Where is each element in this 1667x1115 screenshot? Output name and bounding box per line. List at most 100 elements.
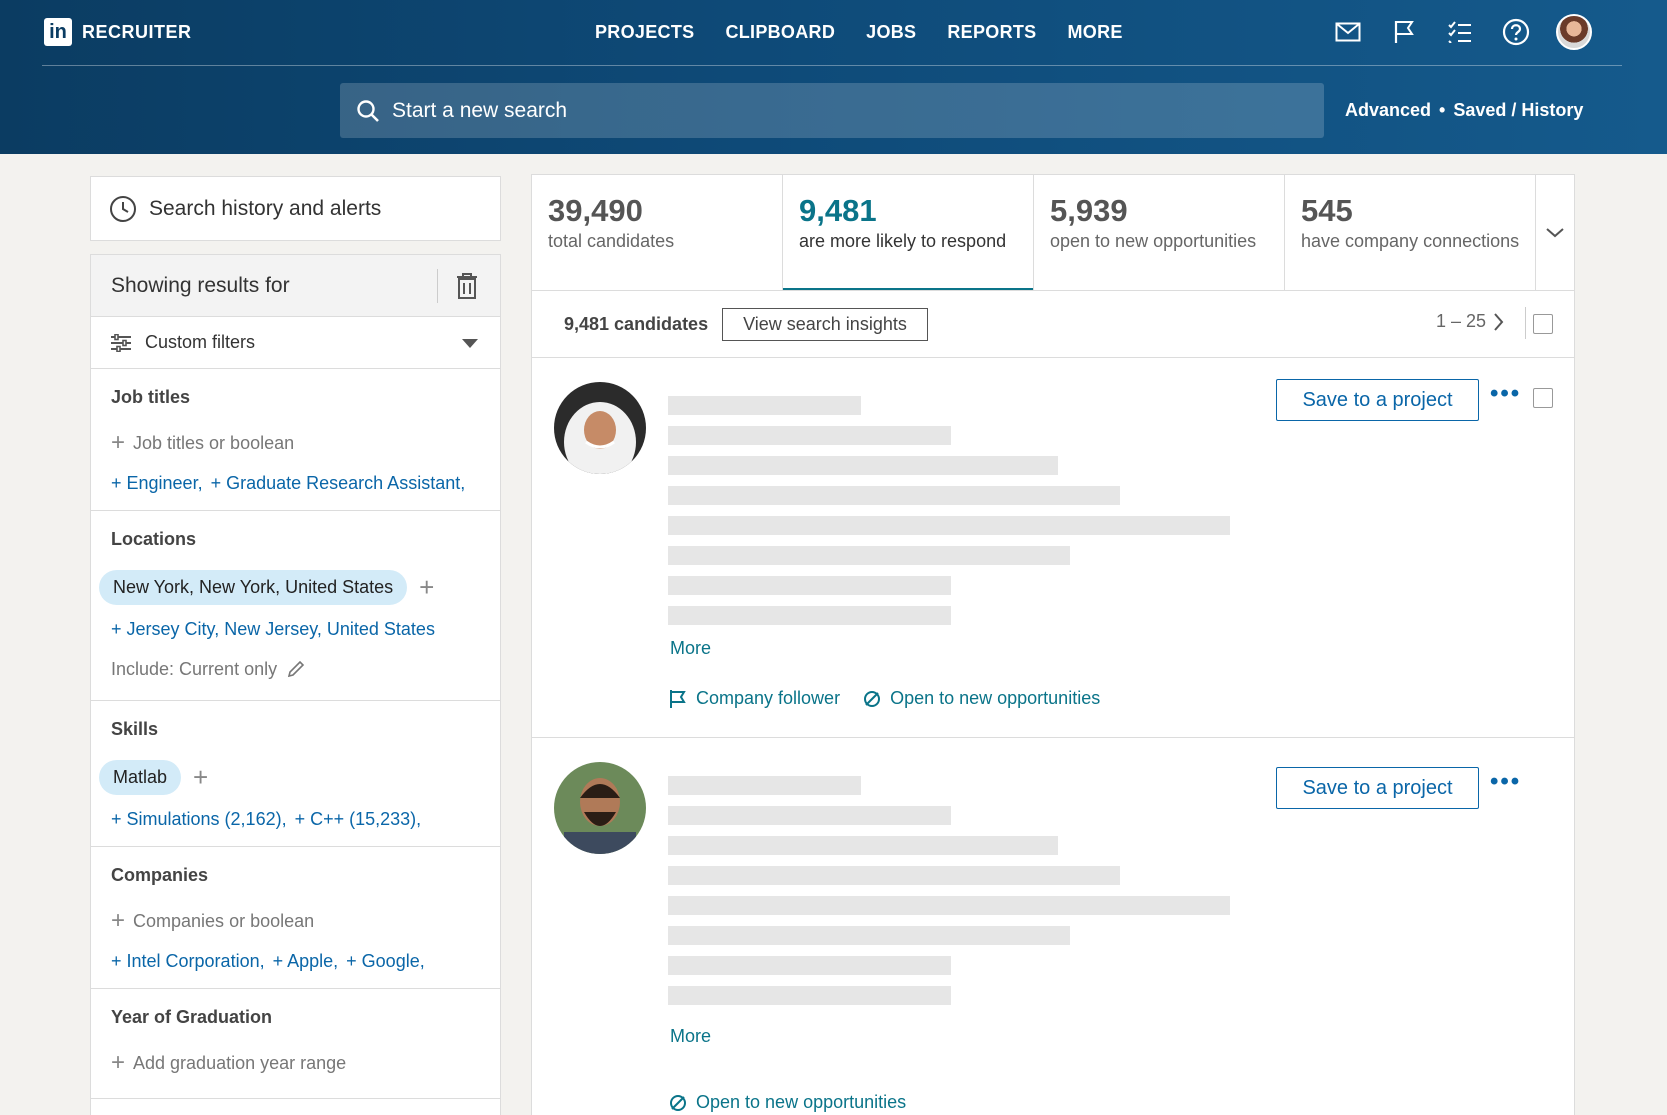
job-titles-add[interactable]: + Job titles or boolean: [111, 423, 480, 463]
candidate-photo[interactable]: [554, 382, 646, 474]
select-all-checkbox[interactable]: [1533, 314, 1553, 334]
stat-company-connections[interactable]: 545 have company connections: [1285, 175, 1536, 291]
include-current-only[interactable]: Include: Current only: [111, 649, 480, 689]
save-to-project-button[interactable]: Save to a project: [1276, 379, 1479, 421]
job-titles-section: Job titles + Job titles or boolean + Eng…: [91, 369, 500, 511]
graduation-add[interactable]: + Add graduation year range: [111, 1043, 480, 1083]
results-panel: 9,481 candidates View search insights 1 …: [531, 290, 1575, 1115]
view-search-insights-button[interactable]: View search insights: [722, 307, 928, 341]
candidate-checkbox[interactable]: [1533, 388, 1553, 408]
tasks-icon[interactable]: [1444, 16, 1476, 48]
custom-filters-label: Custom filters: [145, 332, 256, 352]
open-to-opportunities-badge[interactable]: Open to new opportunities: [668, 1092, 906, 1113]
companies-placeholder: Companies or boolean: [133, 910, 315, 931]
badge-label: Open to new opportunities: [890, 688, 1101, 708]
companies-suggestions: + Intel Corporation, + Apple, + Google,: [111, 941, 480, 981]
caret-down-icon: [462, 339, 478, 348]
user-avatar[interactable]: [1556, 14, 1592, 50]
candidate-badges: Open to new opportunities: [668, 1092, 906, 1113]
link-separator: •: [1439, 100, 1446, 120]
open-opportunities-icon: [670, 1094, 686, 1111]
location-suggestion[interactable]: + Jersey City, New Jersey, United States: [111, 609, 480, 649]
save-to-project-button[interactable]: Save to a project: [1276, 767, 1479, 809]
nav-jobs[interactable]: JOBS: [866, 22, 916, 43]
open-opportunities-icon: [864, 690, 881, 707]
skill-pill-matlab[interactable]: Matlab: [99, 759, 182, 795]
search-history-card[interactable]: Search history and alerts: [90, 176, 501, 241]
filters-panel: Showing results for Custom filters Job t…: [90, 254, 501, 1115]
suggestion-google[interactable]: + Google,: [346, 951, 425, 972]
chevron-right-icon[interactable]: [1494, 312, 1504, 331]
pencil-icon: [287, 660, 305, 678]
suggestion-graduate-research-assistant[interactable]: + Graduate Research Assistant,: [211, 473, 466, 494]
nav-reports[interactable]: REPORTS: [947, 22, 1036, 43]
candidate-photo[interactable]: [554, 762, 646, 854]
stat-number: 545: [1301, 193, 1353, 228]
more-link[interactable]: More: [670, 1026, 711, 1047]
stat-label: are more likely to respond: [799, 231, 1007, 251]
stat-label: open to new opportunities: [1050, 231, 1257, 251]
pager-separator: [1525, 307, 1526, 339]
stat-number: 5,939: [1050, 193, 1128, 228]
brand-name: RECRUITER: [82, 21, 192, 42]
search-bar[interactable]: [340, 83, 1324, 138]
showing-results-header: Showing results for: [91, 255, 500, 317]
header-divider: [42, 65, 1622, 66]
page-range: 1 – 25: [1435, 311, 1486, 331]
add-skill-icon[interactable]: +: [193, 764, 208, 790]
stat-open-to-opportunities[interactable]: 5,939 open to new opportunities: [1034, 175, 1285, 291]
sliders-icon: [111, 333, 131, 352]
mail-icon[interactable]: [1332, 16, 1364, 48]
main-nav: PROJECTS CLIPBOARD JOBS REPORTS MORE: [595, 22, 1123, 43]
stat-likely-to-respond[interactable]: 9,481 are more likely to respond: [783, 175, 1034, 292]
open-to-opportunities-badge[interactable]: Open to new opportunities: [862, 688, 1100, 709]
include-label: Include: Current only: [111, 658, 278, 679]
advanced-link[interactable]: Advanced: [1345, 100, 1431, 121]
plus-icon: +: [111, 1049, 126, 1076]
suggestion-apple[interactable]: + Apple,: [273, 951, 339, 972]
location-pills: New York, New York, United States +: [99, 565, 480, 609]
stat-label: have company connections: [1301, 231, 1520, 251]
flag-icon: [670, 689, 686, 708]
more-actions-icon[interactable]: •••: [1490, 380, 1521, 408]
stat-number: 39,490: [548, 193, 643, 228]
nav-projects[interactable]: PROJECTS: [595, 22, 694, 43]
clock-icon: [110, 195, 136, 222]
chevron-down-icon: [1546, 227, 1564, 237]
help-icon[interactable]: [1500, 16, 1532, 48]
skills-title: Skills: [111, 719, 159, 739]
locations-title: Locations: [111, 529, 197, 549]
custom-filters-dropdown[interactable]: Custom filters: [91, 317, 500, 369]
search-links: Advanced • Saved / History: [1345, 100, 1583, 121]
badge-label: Open to new opportunities: [696, 1092, 907, 1112]
suggestion-simulations[interactable]: + Simulations (2,162),: [111, 809, 287, 830]
saved-history-link[interactable]: Saved / History: [1453, 100, 1583, 121]
trash-icon[interactable]: [455, 272, 479, 300]
stats-bar: 39,490 total candidates 9,481 are more l…: [531, 174, 1575, 292]
search-input[interactable]: [392, 98, 1292, 123]
companies-add[interactable]: + Companies or boolean: [111, 901, 480, 941]
stats-expand[interactable]: [1536, 175, 1574, 290]
stat-label: total candidates: [548, 231, 675, 251]
search-history-label: Search history and alerts: [149, 196, 382, 220]
suggestion-engineer[interactable]: + Engineer,: [111, 473, 203, 494]
more-actions-icon[interactable]: •••: [1490, 768, 1521, 796]
suggestion-cpp[interactable]: + C++ (15,233),: [295, 809, 422, 830]
nav-more[interactable]: MORE: [1067, 22, 1122, 43]
stat-total-candidates[interactable]: 39,490 total candidates: [532, 175, 783, 291]
candidate-card: More Company follower Open to new opport…: [532, 358, 1574, 738]
nav-clipboard[interactable]: CLIPBOARD: [725, 22, 835, 43]
flag-icon[interactable]: [1388, 16, 1420, 48]
suggestion-intel[interactable]: + Intel Corporation,: [111, 951, 265, 972]
companies-title: Companies: [111, 865, 209, 885]
location-pill-new-york[interactable]: New York, New York, United States: [99, 569, 408, 605]
brand[interactable]: in RECRUITER: [44, 18, 192, 46]
showing-results-label: Showing results for: [111, 273, 290, 297]
plus-icon: +: [111, 907, 126, 934]
more-link[interactable]: More: [670, 638, 711, 659]
add-location-icon[interactable]: +: [419, 574, 434, 600]
company-follower-badge[interactable]: Company follower: [668, 688, 840, 709]
stat-number: 9,481: [799, 193, 877, 228]
candidate-card: More Open to new opportunities Save to a…: [532, 738, 1574, 1115]
graduation-title: Year of Graduation: [111, 1007, 273, 1027]
